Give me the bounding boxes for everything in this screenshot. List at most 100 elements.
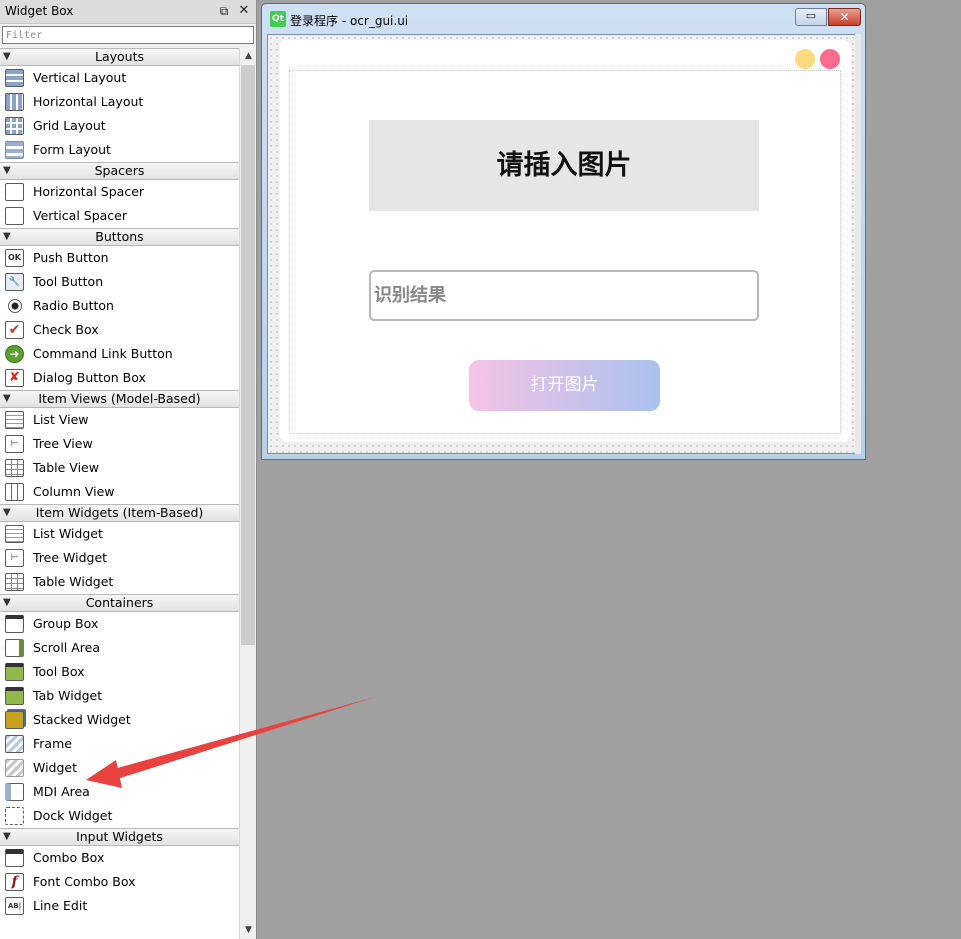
- table-view-icon: [5, 459, 24, 477]
- widget-list-item[interactable]: Vertical Layout: [0, 66, 239, 90]
- widget-list-item[interactable]: Dock Widget: [0, 804, 239, 828]
- widget-list-item[interactable]: ✘ Dialog Button Box: [0, 366, 239, 390]
- form-window-scrollbar[interactable]: [855, 34, 861, 454]
- chevron-down-icon[interactable]: ▼: [3, 829, 11, 845]
- widget-list-item[interactable]: Frame: [0, 732, 239, 756]
- widget-list-item-label: Stacked Widget: [33, 712, 131, 727]
- scroll-up-arrow-icon[interactable]: ▲: [240, 48, 257, 65]
- open-image-button[interactable]: 打开图片: [469, 360, 660, 411]
- category-header[interactable]: ▼ Buttons: [0, 228, 239, 246]
- category-header[interactable]: ▼ Layouts: [0, 48, 239, 66]
- widget-list-item[interactable]: Form Layout: [0, 138, 239, 162]
- form-canvas[interactable]: 请插入图片 识别结果 打开图片: [267, 34, 860, 454]
- category-header[interactable]: ▼ Item Views (Model-Based): [0, 390, 239, 408]
- widget-list-item-label: Tree View: [33, 436, 93, 451]
- widget-list-item[interactable]: ⊢ Tree Widget: [0, 546, 239, 570]
- widget-list-item[interactable]: List View: [0, 408, 239, 432]
- result-line-edit[interactable]: 识别结果: [369, 270, 759, 321]
- minimize-button[interactable]: ▭: [795, 8, 827, 26]
- vertical-layout-icon: [5, 69, 24, 87]
- widget-list-item[interactable]: List Widget: [0, 522, 239, 546]
- widget-list-item-label: List View: [33, 412, 89, 427]
- close-icon[interactable]: ✕: [236, 3, 252, 19]
- widget-list-item[interactable]: Horizontal Spacer: [0, 180, 239, 204]
- category-header[interactable]: ▼ Spacers: [0, 162, 239, 180]
- minimize-dot-button[interactable]: [795, 49, 815, 69]
- group-box-icon: [5, 615, 24, 633]
- widget-list-item-label: Frame: [33, 736, 72, 751]
- widget-list-item-label: Widget: [33, 760, 78, 775]
- widget-box-title: Widget Box: [5, 4, 74, 18]
- widget-list-item[interactable]: MDI Area: [0, 780, 239, 804]
- column-view-icon: [5, 483, 24, 501]
- scroll-thumb[interactable]: [241, 65, 255, 645]
- category-header[interactable]: ▼ Input Widgets: [0, 828, 239, 846]
- widget-list-item-label: List Widget: [33, 526, 103, 541]
- widget-list-item-label: Check Box: [33, 322, 99, 337]
- table-widget-icon: [5, 573, 24, 591]
- frame-icon: [5, 735, 24, 753]
- widget-list-item[interactable]: ⊢ Tree View: [0, 432, 239, 456]
- widget-list-scrollbar[interactable]: ▲ ▼: [239, 48, 256, 939]
- widget-list-item-label: Dock Widget: [33, 808, 113, 823]
- widget-list-item[interactable]: Grid Layout: [0, 114, 239, 138]
- form-window-title: 登录程序 - ocr_gui.ui: [290, 14, 409, 28]
- main-card-widget[interactable]: 请插入图片 识别结果 打开图片: [279, 40, 851, 442]
- tree-widget-icon: ⊢: [5, 549, 24, 567]
- chevron-down-icon[interactable]: ▼: [3, 229, 11, 245]
- widget-list-item-label: Line Edit: [33, 898, 88, 913]
- widget-list-item[interactable]: Combo Box: [0, 846, 239, 870]
- widget-list-item[interactable]: Vertical Spacer: [0, 204, 239, 228]
- widget-list-item-label: Command Link Button: [33, 346, 173, 361]
- widget-list-item[interactable]: OK Push Button: [0, 246, 239, 270]
- widget-list-item[interactable]: Tool Box: [0, 660, 239, 684]
- chevron-down-icon[interactable]: ▼: [3, 49, 11, 65]
- vertical-spacer-icon: [5, 207, 24, 225]
- chevron-down-icon[interactable]: ▼: [3, 505, 11, 521]
- widget-list-item-label: Radio Button: [33, 298, 114, 313]
- widget-list-item[interactable]: ➜ Command Link Button: [0, 342, 239, 366]
- widget-list-item-label: Horizontal Layout: [33, 94, 144, 109]
- widget-list-item[interactable]: Stacked Widget: [0, 708, 239, 732]
- widget-list-item-label: Tab Widget: [33, 688, 103, 703]
- widget-list-item[interactable]: ✔ Check Box: [0, 318, 239, 342]
- widget-list-item[interactable]: Widget: [0, 756, 239, 780]
- widget-list-item[interactable]: Scroll Area: [0, 636, 239, 660]
- font-combo-box-icon: f: [5, 873, 24, 891]
- chevron-down-icon[interactable]: ▼: [3, 391, 11, 407]
- close-window-button[interactable]: ✕: [828, 8, 861, 26]
- widget-list-item-label: Tree Widget: [33, 550, 108, 565]
- widget-list-item-label: Column View: [33, 484, 115, 499]
- widget-list-item[interactable]: Table View: [0, 456, 239, 480]
- category-label: Buttons: [95, 229, 144, 244]
- category-header[interactable]: ▼ Item Widgets (Item-Based): [0, 504, 239, 522]
- widget-list-item[interactable]: Tab Widget: [0, 684, 239, 708]
- widget-list-item-label: Dialog Button Box: [33, 370, 146, 385]
- dock-widget-icon: [5, 807, 24, 825]
- scroll-down-arrow-icon[interactable]: ▼: [240, 922, 257, 939]
- widget-list-item[interactable]: 🔧 Tool Button: [0, 270, 239, 294]
- widget-list-item[interactable]: f Font Combo Box: [0, 870, 239, 894]
- filter-input[interactable]: [2, 26, 254, 44]
- image-label: 请插入图片: [369, 120, 759, 211]
- check-box-icon: ✔: [5, 321, 24, 339]
- widget-box-panel: Widget Box ⧉ ✕ ▼ Layouts Vertical Layout Ho…: [0, 0, 257, 939]
- category-header[interactable]: ▼ Containers: [0, 594, 239, 612]
- scroll-area-icon: [5, 639, 24, 657]
- category-label: Containers: [85, 595, 154, 610]
- chevron-down-icon[interactable]: ▼: [3, 595, 11, 611]
- float-icon[interactable]: ⧉: [216, 3, 232, 19]
- widget-list-item[interactable]: Table Widget: [0, 570, 239, 594]
- widget-list-item[interactable]: Horizontal Layout: [0, 90, 239, 114]
- widget-list-item[interactable]: Group Box: [0, 612, 239, 636]
- widget-list-item[interactable]: Radio Button: [0, 294, 239, 318]
- mdi-area-icon: [5, 783, 24, 801]
- dialog-button-box-icon: ✘: [5, 369, 24, 387]
- category-label: Spacers: [94, 163, 145, 178]
- widget-list-item[interactable]: Column View: [0, 480, 239, 504]
- widget-list-item-label: Scroll Area: [33, 640, 101, 655]
- tool-box-icon: [5, 663, 24, 681]
- chevron-down-icon[interactable]: ▼: [3, 163, 11, 179]
- close-dot-button[interactable]: [820, 49, 840, 69]
- widget-list-item[interactable]: AB| Line Edit: [0, 894, 239, 918]
